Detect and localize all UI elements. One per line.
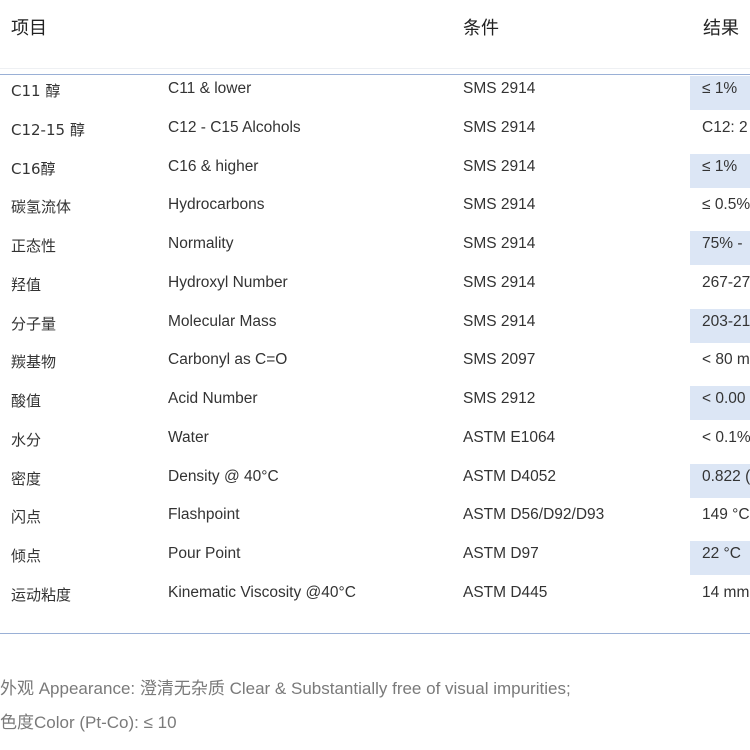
test-standard: SMS 2912: [463, 390, 536, 407]
result-value: C12: 2: [702, 118, 748, 136]
item-zh: 正态性: [11, 237, 57, 255]
test-standard: ASTM D445: [463, 583, 548, 601]
test-standard: SMS 2914: [463, 312, 536, 330]
item-en: Flashpoint: [168, 506, 240, 524]
item-zh: 水分: [11, 430, 42, 449]
item-zh: 羰基物: [11, 353, 57, 372]
result-value: ≤ 0.5%: [702, 196, 750, 214]
item-en: Normality: [168, 235, 234, 252]
result-value: 22 °C: [702, 545, 741, 562]
table-row: C16醇 C16 & higher SMS 2914 ≤ 1%: [0, 153, 750, 193]
notes: 外观 Appearance: 澄清无杂质 Clear & Substantial…: [0, 677, 750, 745]
item-zh: 密度: [11, 469, 42, 488]
table-row: 羟值 Hydroxyl Number SMS 2914 267-27: [0, 270, 750, 309]
item-en: Hydrocarbons: [168, 196, 265, 214]
result-value: 75% -: [702, 235, 743, 252]
table-row: 密度 Density @ 40°C ASTM D4052 0.822 (: [0, 463, 750, 503]
item-en: C12 - C15 Alcohols: [168, 118, 301, 136]
color-note: 色度Color (Pt-Co): ≤ 10: [0, 713, 177, 732]
test-standard: ASTM D56/D92/D93: [463, 506, 605, 524]
appearance-note: 外观 Appearance: 澄清无杂质 Clear & Substantial…: [0, 679, 571, 698]
table-row: 闪点 Flashpoint ASTM D56/D92/D93 149 °C: [0, 502, 750, 541]
table-row: 倾点 Pour Point ASTM D97 22 °C: [0, 541, 750, 580]
test-standard: SMS 2914: [463, 118, 536, 136]
table-bottom-divider: [0, 633, 750, 634]
test-standard: SMS 2914: [463, 235, 536, 252]
table-row: 酸值 Acid Number SMS 2912 < 0.00: [0, 386, 750, 425]
table-row: 正态性 Normality SMS 2914 75% -: [0, 231, 750, 270]
header-result: 结果: [703, 18, 739, 39]
item-en: Hydroxyl Number: [168, 273, 288, 291]
result-value: ≤ 1%: [702, 157, 738, 175]
table-top-divider: [0, 74, 750, 75]
item-en: Acid Number: [168, 390, 258, 407]
result-value: 203-21: [702, 312, 750, 330]
result-value: 14 mm: [702, 583, 750, 601]
test-standard: ASTM D97: [463, 545, 539, 562]
test-standard: SMS 2914: [463, 196, 536, 214]
item-en: Density @ 40°C: [168, 467, 279, 485]
header-condition: 条件: [463, 18, 499, 39]
table-row: 运动粘度 Kinematic Viscosity @40°C ASTM D445 14…: [0, 580, 750, 619]
item-zh: C11 醇: [11, 82, 61, 100]
table-row: C12-15 醇 C12 - C15 Alcohols SMS 2914 C12: 2: [0, 115, 750, 154]
item-zh: C16醇: [11, 159, 56, 178]
test-standard: SMS 2914: [463, 80, 536, 97]
result-value: ≤ 1%: [702, 80, 738, 97]
table-row: C11 醇 C11 & lower SMS 2914 ≤ 1%: [0, 76, 750, 115]
item-en: C16 & higher: [168, 157, 259, 175]
test-standard: SMS 2914: [463, 157, 536, 175]
item-zh: 碳氢流体: [11, 198, 72, 217]
item-zh: 羟值: [11, 275, 42, 294]
table-row: 分子量 Molecular Mass SMS 2914 203-21: [0, 308, 750, 348]
item-zh: 倾点: [11, 547, 42, 565]
item-en: C11 & lower: [168, 80, 252, 97]
result-value: < 0.00: [702, 390, 746, 407]
table-row: 羰基物 Carbonyl as C=O SMS 2097 < 80 m: [0, 347, 750, 386]
item-en: Water: [168, 428, 209, 446]
table-row: 碳氢流体 Hydrocarbons SMS 2914 ≤ 0.5%: [0, 192, 750, 231]
item-en: Molecular Mass: [168, 312, 277, 330]
result-value: < 0.1%: [702, 428, 750, 446]
item-zh: 分子量: [11, 314, 57, 333]
test-standard: SMS 2097: [463, 351, 536, 369]
result-value: 0.822 (: [702, 467, 750, 485]
item-zh: C12-15 醇: [11, 120, 85, 139]
test-standard: SMS 2914: [463, 273, 536, 291]
item-zh: 闪点: [11, 508, 42, 527]
table-row: 水分 Water ASTM E1064 < 0.1%: [0, 425, 750, 464]
item-en: Kinematic Viscosity @40°C: [168, 583, 356, 601]
spec-table: 项目 条件 结果 C11 醇 C11 & lower SMS 2914 ≤ 1% C12…: [0, 0, 750, 640]
test-standard: ASTM E1064: [463, 428, 556, 446]
result-value: 149 °C: [702, 506, 750, 524]
result-value: 267-27: [702, 273, 750, 291]
item-en: Carbonyl as C=O: [168, 351, 288, 369]
header-item: 项目: [11, 18, 47, 39]
item-en: Pour Point: [168, 545, 241, 562]
test-standard: ASTM D4052: [463, 467, 557, 485]
table-header: 项目 条件 结果: [0, 0, 750, 69]
item-zh: 酸值: [11, 392, 42, 410]
result-value: < 80 m: [702, 351, 750, 369]
item-zh: 运动粘度: [11, 585, 72, 604]
